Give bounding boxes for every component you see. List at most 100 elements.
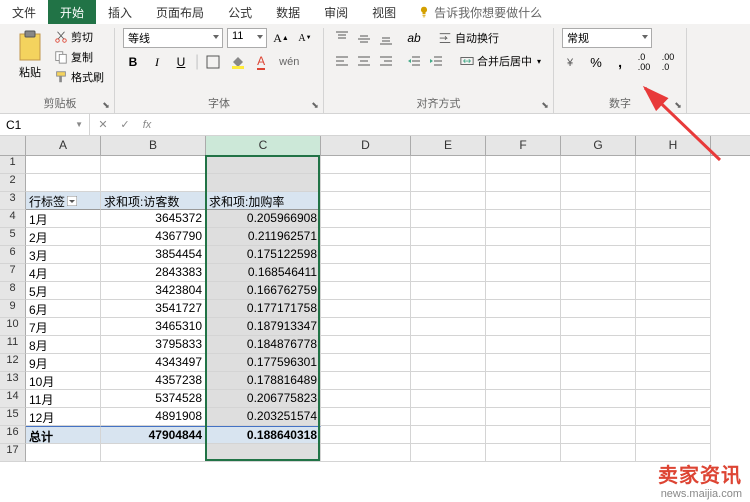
font-name-select[interactable]: 等线: [123, 28, 223, 48]
cell[interactable]: 求和项:访客数: [101, 192, 206, 210]
cell[interactable]: 0.203251574: [206, 408, 321, 426]
cell[interactable]: 4891908: [101, 408, 206, 426]
cell[interactable]: [636, 192, 711, 210]
menu-file[interactable]: 文件: [0, 0, 48, 24]
paste-button[interactable]: 粘贴: [14, 28, 46, 82]
cell[interactable]: [101, 444, 206, 462]
align-center-button[interactable]: [354, 51, 374, 71]
row-header-4[interactable]: 4: [0, 210, 26, 228]
cell[interactable]: [411, 426, 486, 444]
row-header-3[interactable]: 3: [0, 192, 26, 210]
cell[interactable]: [321, 444, 411, 462]
cell[interactable]: [321, 354, 411, 372]
column-header-A[interactable]: A: [26, 136, 101, 155]
cell[interactable]: [561, 282, 636, 300]
cell[interactable]: [561, 228, 636, 246]
row-header-7[interactable]: 7: [0, 264, 26, 282]
column-header-F[interactable]: F: [486, 136, 561, 155]
wrap-text-button[interactable]: 自动换行: [434, 29, 503, 47]
row-header-17[interactable]: 17: [0, 444, 26, 462]
cell[interactable]: [561, 246, 636, 264]
cell[interactable]: 1月: [26, 210, 101, 228]
cell[interactable]: 0.184876778: [206, 336, 321, 354]
increase-decimal-button[interactable]: .0.00: [634, 52, 654, 72]
clipboard-dialog-launcher[interactable]: ⬊: [100, 99, 112, 111]
align-bottom-button[interactable]: [376, 28, 396, 48]
accounting-format-button[interactable]: ¥: [562, 52, 582, 72]
cell[interactable]: [561, 174, 636, 192]
cell[interactable]: [561, 408, 636, 426]
menu-data[interactable]: 数据: [264, 0, 312, 24]
cell[interactable]: [636, 390, 711, 408]
cell[interactable]: [321, 192, 411, 210]
menu-insert[interactable]: 插入: [96, 0, 144, 24]
cell[interactable]: 0.206775823: [206, 390, 321, 408]
cell[interactable]: [561, 372, 636, 390]
cell[interactable]: [561, 354, 636, 372]
cell[interactable]: [26, 156, 101, 174]
cell[interactable]: 4367790: [101, 228, 206, 246]
cell[interactable]: [321, 174, 411, 192]
cell[interactable]: 5374528: [101, 390, 206, 408]
cell[interactable]: [321, 300, 411, 318]
cell[interactable]: [636, 156, 711, 174]
number-dialog-launcher[interactable]: ⬊: [672, 99, 684, 111]
decrease-font-button[interactable]: A▼: [295, 28, 315, 48]
orientation-button[interactable]: ab: [404, 28, 424, 48]
font-color-button[interactable]: A: [251, 52, 271, 72]
cell[interactable]: [486, 300, 561, 318]
cell[interactable]: 0.188640318: [206, 426, 321, 444]
cell[interactable]: 3月: [26, 246, 101, 264]
font-size-select[interactable]: 11: [227, 28, 267, 48]
cell[interactable]: [321, 318, 411, 336]
cell[interactable]: [206, 156, 321, 174]
row-header-6[interactable]: 6: [0, 246, 26, 264]
cell[interactable]: [411, 246, 486, 264]
cell[interactable]: 3645372: [101, 210, 206, 228]
cell[interactable]: [636, 318, 711, 336]
cell[interactable]: [411, 192, 486, 210]
merge-center-button[interactable]: 合并后居中 ▾: [456, 52, 545, 70]
cell[interactable]: [486, 246, 561, 264]
cell[interactable]: [486, 192, 561, 210]
align-top-button[interactable]: [332, 28, 352, 48]
filter-dropdown-icon[interactable]: [67, 196, 77, 206]
cell[interactable]: [486, 318, 561, 336]
cell[interactable]: 8月: [26, 336, 101, 354]
column-header-E[interactable]: E: [411, 136, 486, 155]
cell[interactable]: 0.168546411: [206, 264, 321, 282]
row-header-13[interactable]: 13: [0, 372, 26, 390]
cell[interactable]: 0.211962571: [206, 228, 321, 246]
decrease-indent-button[interactable]: [404, 51, 424, 71]
number-format-select[interactable]: 常规: [562, 28, 652, 48]
cell[interactable]: 2月: [26, 228, 101, 246]
format-painter-button[interactable]: 格式刷: [52, 68, 106, 86]
row-header-8[interactable]: 8: [0, 282, 26, 300]
cell[interactable]: [636, 174, 711, 192]
row-header-14[interactable]: 14: [0, 390, 26, 408]
italic-button[interactable]: I: [147, 52, 167, 72]
cell[interactable]: [636, 228, 711, 246]
cell[interactable]: [636, 408, 711, 426]
row-header-15[interactable]: 15: [0, 408, 26, 426]
cell[interactable]: 0.187913347: [206, 318, 321, 336]
cell[interactable]: 11月: [26, 390, 101, 408]
cell[interactable]: 0.205966908: [206, 210, 321, 228]
cell[interactable]: 0.177596301: [206, 354, 321, 372]
menu-formulas[interactable]: 公式: [216, 0, 264, 24]
cell[interactable]: 总计: [26, 426, 101, 444]
cell[interactable]: [486, 228, 561, 246]
font-dialog-launcher[interactable]: ⬊: [309, 99, 321, 111]
formula-bar[interactable]: [160, 114, 750, 135]
cell[interactable]: [411, 264, 486, 282]
cell[interactable]: 3854454: [101, 246, 206, 264]
cell[interactable]: 0.166762759: [206, 282, 321, 300]
cell[interactable]: 3423804: [101, 282, 206, 300]
cell[interactable]: [411, 318, 486, 336]
cell[interactable]: 6月: [26, 300, 101, 318]
cell[interactable]: [411, 156, 486, 174]
cell[interactable]: [486, 210, 561, 228]
decrease-decimal-button[interactable]: .00.0: [658, 52, 678, 72]
confirm-formula-button[interactable]: ✓: [116, 116, 134, 134]
cell[interactable]: [101, 156, 206, 174]
